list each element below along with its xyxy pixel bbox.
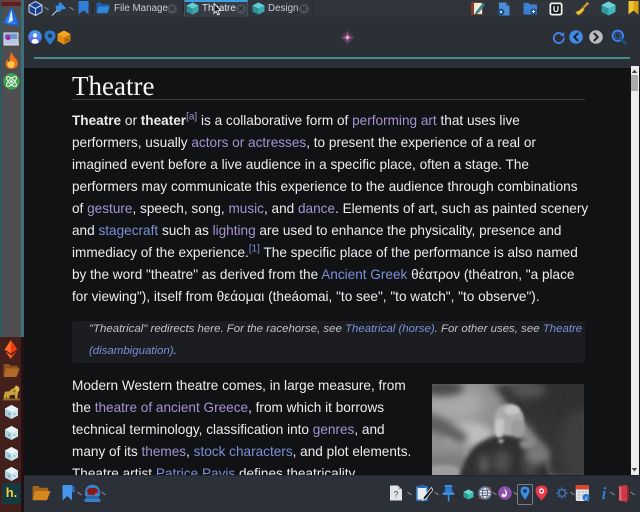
svg-text:U: U bbox=[553, 4, 559, 14]
svg-text:?: ? bbox=[393, 490, 398, 500]
svg-text:i: i bbox=[602, 484, 607, 502]
